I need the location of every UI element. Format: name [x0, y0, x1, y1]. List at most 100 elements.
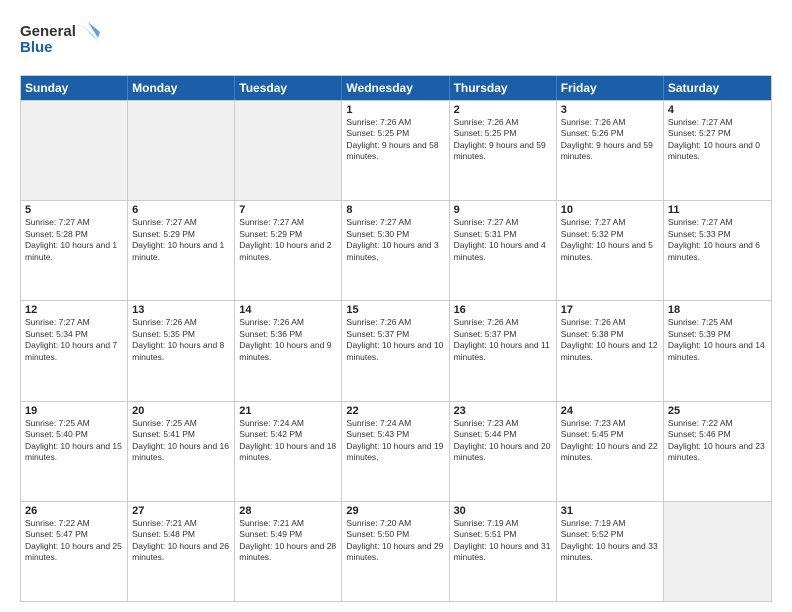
calendar-cell: 25Sunrise: 7:22 AM Sunset: 5:46 PM Dayli…	[664, 402, 771, 501]
calendar-cell: 9Sunrise: 7:27 AM Sunset: 5:31 PM Daylig…	[450, 201, 557, 300]
cell-day-number: 4	[668, 104, 767, 116]
calendar-row-2: 12Sunrise: 7:27 AM Sunset: 5:34 PM Dayli…	[21, 300, 771, 400]
calendar: SundayMondayTuesdayWednesdayThursdayFrid…	[20, 75, 772, 602]
cell-day-number: 21	[239, 405, 337, 417]
calendar-cell: 13Sunrise: 7:26 AM Sunset: 5:35 PM Dayli…	[128, 301, 235, 400]
weekday-header-saturday: Saturday	[664, 76, 771, 100]
cell-info: Sunrise: 7:27 AM Sunset: 5:29 PM Dayligh…	[132, 217, 230, 263]
calendar-cell: 11Sunrise: 7:27 AM Sunset: 5:33 PM Dayli…	[664, 201, 771, 300]
weekday-header-friday: Friday	[557, 76, 664, 100]
calendar-cell: 19Sunrise: 7:25 AM Sunset: 5:40 PM Dayli…	[21, 402, 128, 501]
calendar-cell: 6Sunrise: 7:27 AM Sunset: 5:29 PM Daylig…	[128, 201, 235, 300]
cell-info: Sunrise: 7:27 AM Sunset: 5:29 PM Dayligh…	[239, 217, 337, 263]
cell-day-number: 29	[346, 505, 444, 517]
cell-day-number: 31	[561, 505, 659, 517]
svg-text:General: General	[20, 23, 76, 40]
cell-day-number: 30	[454, 505, 552, 517]
weekday-header-wednesday: Wednesday	[342, 76, 449, 100]
cell-info: Sunrise: 7:27 AM Sunset: 5:28 PM Dayligh…	[25, 217, 123, 263]
calendar-row-1: 5Sunrise: 7:27 AM Sunset: 5:28 PM Daylig…	[21, 200, 771, 300]
header: GeneralBlue	[20, 20, 772, 65]
cell-info: Sunrise: 7:25 AM Sunset: 5:41 PM Dayligh…	[132, 418, 230, 464]
calendar-row-3: 19Sunrise: 7:25 AM Sunset: 5:40 PM Dayli…	[21, 401, 771, 501]
cell-info: Sunrise: 7:26 AM Sunset: 5:25 PM Dayligh…	[454, 117, 552, 163]
cell-info: Sunrise: 7:21 AM Sunset: 5:49 PM Dayligh…	[239, 518, 337, 564]
calendar-cell: 10Sunrise: 7:27 AM Sunset: 5:32 PM Dayli…	[557, 201, 664, 300]
cell-day-number: 28	[239, 505, 337, 517]
cell-info: Sunrise: 7:27 AM Sunset: 5:33 PM Dayligh…	[668, 217, 767, 263]
cell-info: Sunrise: 7:27 AM Sunset: 5:31 PM Dayligh…	[454, 217, 552, 263]
cell-day-number: 27	[132, 505, 230, 517]
cell-info: Sunrise: 7:21 AM Sunset: 5:48 PM Dayligh…	[132, 518, 230, 564]
calendar-cell: 1Sunrise: 7:26 AM Sunset: 5:25 PM Daylig…	[342, 101, 449, 200]
svg-text:Blue: Blue	[20, 39, 53, 56]
cell-info: Sunrise: 7:23 AM Sunset: 5:45 PM Dayligh…	[561, 418, 659, 464]
cell-day-number: 23	[454, 405, 552, 417]
cell-info: Sunrise: 7:23 AM Sunset: 5:44 PM Dayligh…	[454, 418, 552, 464]
calendar-cell: 16Sunrise: 7:26 AM Sunset: 5:37 PM Dayli…	[450, 301, 557, 400]
calendar-cell: 30Sunrise: 7:19 AM Sunset: 5:51 PM Dayli…	[450, 502, 557, 601]
calendar-cell	[235, 101, 342, 200]
cell-day-number: 9	[454, 204, 552, 216]
calendar-cell	[21, 101, 128, 200]
cell-day-number: 25	[668, 405, 767, 417]
calendar-cell: 20Sunrise: 7:25 AM Sunset: 5:41 PM Dayli…	[128, 402, 235, 501]
cell-day-number: 8	[346, 204, 444, 216]
cell-info: Sunrise: 7:20 AM Sunset: 5:50 PM Dayligh…	[346, 518, 444, 564]
weekday-header-thursday: Thursday	[450, 76, 557, 100]
logo: GeneralBlue	[20, 20, 110, 65]
cell-info: Sunrise: 7:26 AM Sunset: 5:36 PM Dayligh…	[239, 317, 337, 363]
cell-day-number: 16	[454, 304, 552, 316]
cell-info: Sunrise: 7:25 AM Sunset: 5:40 PM Dayligh…	[25, 418, 123, 464]
calendar-cell: 27Sunrise: 7:21 AM Sunset: 5:48 PM Dayli…	[128, 502, 235, 601]
cell-info: Sunrise: 7:19 AM Sunset: 5:51 PM Dayligh…	[454, 518, 552, 564]
cell-info: Sunrise: 7:27 AM Sunset: 5:34 PM Dayligh…	[25, 317, 123, 363]
cell-day-number: 13	[132, 304, 230, 316]
cell-info: Sunrise: 7:26 AM Sunset: 5:35 PM Dayligh…	[132, 317, 230, 363]
calendar-cell: 2Sunrise: 7:26 AM Sunset: 5:25 PM Daylig…	[450, 101, 557, 200]
calendar-cell: 12Sunrise: 7:27 AM Sunset: 5:34 PM Dayli…	[21, 301, 128, 400]
cell-day-number: 1	[346, 104, 444, 116]
calendar-cell: 8Sunrise: 7:27 AM Sunset: 5:30 PM Daylig…	[342, 201, 449, 300]
cell-day-number: 15	[346, 304, 444, 316]
cell-day-number: 10	[561, 204, 659, 216]
cell-info: Sunrise: 7:27 AM Sunset: 5:27 PM Dayligh…	[668, 117, 767, 163]
calendar-cell: 15Sunrise: 7:26 AM Sunset: 5:37 PM Dayli…	[342, 301, 449, 400]
cell-info: Sunrise: 7:26 AM Sunset: 5:37 PM Dayligh…	[454, 317, 552, 363]
calendar-body: 1Sunrise: 7:26 AM Sunset: 5:25 PM Daylig…	[21, 100, 771, 601]
cell-info: Sunrise: 7:19 AM Sunset: 5:52 PM Dayligh…	[561, 518, 659, 564]
calendar-cell: 23Sunrise: 7:23 AM Sunset: 5:44 PM Dayli…	[450, 402, 557, 501]
cell-day-number: 18	[668, 304, 767, 316]
cell-day-number: 19	[25, 405, 123, 417]
logo-svg: GeneralBlue	[20, 20, 110, 65]
calendar-cell: 5Sunrise: 7:27 AM Sunset: 5:28 PM Daylig…	[21, 201, 128, 300]
cell-info: Sunrise: 7:26 AM Sunset: 5:38 PM Dayligh…	[561, 317, 659, 363]
cell-day-number: 7	[239, 204, 337, 216]
cell-day-number: 26	[25, 505, 123, 517]
cell-day-number: 12	[25, 304, 123, 316]
cell-info: Sunrise: 7:24 AM Sunset: 5:43 PM Dayligh…	[346, 418, 444, 464]
cell-info: Sunrise: 7:27 AM Sunset: 5:30 PM Dayligh…	[346, 217, 444, 263]
cell-day-number: 17	[561, 304, 659, 316]
cell-info: Sunrise: 7:24 AM Sunset: 5:42 PM Dayligh…	[239, 418, 337, 464]
calendar-cell: 4Sunrise: 7:27 AM Sunset: 5:27 PM Daylig…	[664, 101, 771, 200]
calendar-cell	[664, 502, 771, 601]
cell-info: Sunrise: 7:26 AM Sunset: 5:25 PM Dayligh…	[346, 117, 444, 163]
page: GeneralBlue SundayMondayTuesdayWednesday…	[0, 0, 792, 612]
cell-day-number: 6	[132, 204, 230, 216]
cell-info: Sunrise: 7:27 AM Sunset: 5:32 PM Dayligh…	[561, 217, 659, 263]
calendar-cell	[128, 101, 235, 200]
calendar-header: SundayMondayTuesdayWednesdayThursdayFrid…	[21, 76, 771, 100]
calendar-cell: 14Sunrise: 7:26 AM Sunset: 5:36 PM Dayli…	[235, 301, 342, 400]
calendar-cell: 18Sunrise: 7:25 AM Sunset: 5:39 PM Dayli…	[664, 301, 771, 400]
cell-info: Sunrise: 7:26 AM Sunset: 5:37 PM Dayligh…	[346, 317, 444, 363]
cell-day-number: 5	[25, 204, 123, 216]
cell-day-number: 2	[454, 104, 552, 116]
calendar-row-4: 26Sunrise: 7:22 AM Sunset: 5:47 PM Dayli…	[21, 501, 771, 601]
weekday-header-sunday: Sunday	[21, 76, 128, 100]
calendar-cell: 17Sunrise: 7:26 AM Sunset: 5:38 PM Dayli…	[557, 301, 664, 400]
cell-day-number: 14	[239, 304, 337, 316]
calendar-cell: 26Sunrise: 7:22 AM Sunset: 5:47 PM Dayli…	[21, 502, 128, 601]
cell-info: Sunrise: 7:22 AM Sunset: 5:47 PM Dayligh…	[25, 518, 123, 564]
calendar-cell: 7Sunrise: 7:27 AM Sunset: 5:29 PM Daylig…	[235, 201, 342, 300]
